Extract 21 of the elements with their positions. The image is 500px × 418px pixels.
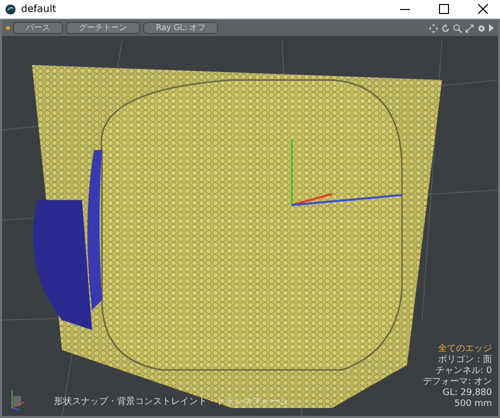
selection-mode-label: 全てのエッジ <box>438 344 492 354</box>
info-line: GL: 29,880 <box>442 388 492 399</box>
info-line: ポリゴン : 面 <box>438 355 492 366</box>
play-icon[interactable] <box>489 24 494 32</box>
view-mode-button[interactable]: Ray GL: オフ <box>143 22 218 34</box>
info-line: チャンネル: 0 <box>435 366 492 377</box>
status-dot-icon <box>6 26 10 30</box>
window-title: default <box>21 4 58 14</box>
app-logo-icon <box>5 4 16 14</box>
maximize-icon <box>439 4 449 14</box>
settings-icon[interactable] <box>477 24 486 32</box>
info-line: デフォーマ: オン <box>423 377 492 388</box>
info-line: 500 mm <box>454 399 492 410</box>
zoom-icon[interactable] <box>453 24 462 32</box>
move-icon[interactable] <box>429 24 438 32</box>
close-icon <box>478 4 488 14</box>
view-mode-button[interactable]: パース <box>13 22 63 34</box>
expand-icon[interactable] <box>465 24 474 32</box>
rotate-icon[interactable] <box>441 24 450 32</box>
status-text: 形状スナップ・背景コンストレイント・トランスフォーム <box>54 395 288 408</box>
view-mode-button[interactable]: グーチトーン <box>66 22 140 34</box>
